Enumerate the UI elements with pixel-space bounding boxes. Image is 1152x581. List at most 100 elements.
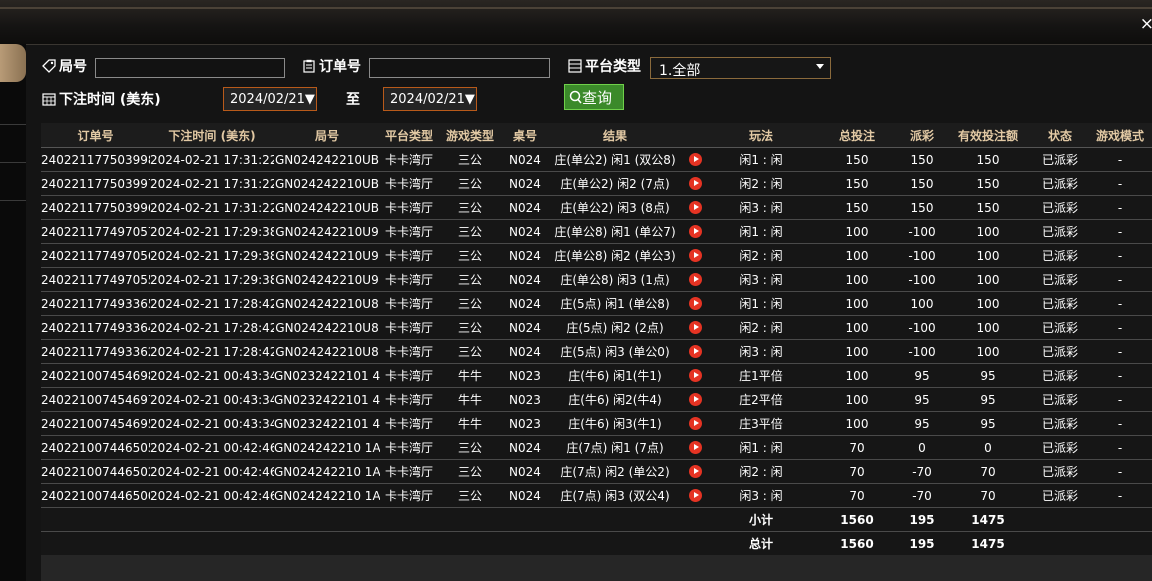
play-icon[interactable]: [688, 344, 702, 358]
play-icon[interactable]: [688, 248, 702, 262]
table-row[interactable]: 240221177503997 2024-02-21 17:31:22 GN0242…: [41, 171, 1152, 196]
query-button[interactable]: 查询: [564, 84, 624, 110]
calendar-icon: [42, 93, 56, 106]
platform-label: 平台类型: [568, 56, 641, 76]
table-row[interactable]: 240221007446502 2024-02-21 00:42:46 GN0242…: [41, 459, 1152, 484]
table-row[interactable]: 240221177497055 2024-02-21 17:29:38 GN0242…: [41, 267, 1152, 292]
play-icon[interactable]: [688, 392, 702, 406]
play-icon[interactable]: [688, 296, 702, 310]
result-cell: 庄(7点) 闲1 (7点): [548, 435, 682, 460]
close-icon[interactable]: ×: [1140, 16, 1152, 33]
col-header-totalbet[interactable]: 总投注: [814, 123, 900, 148]
round-label-text: 局号: [59, 59, 87, 75]
replay-cell[interactable]: [682, 171, 708, 196]
col-header-table[interactable]: 桌号: [502, 123, 548, 148]
col-header-bettime[interactable]: 下注时间 (美东): [150, 123, 274, 148]
col-header-gametype[interactable]: 游戏类型: [438, 123, 502, 148]
game-mode-cell: -: [1088, 195, 1152, 220]
replay-cell[interactable]: [682, 339, 708, 364]
replay-cell[interactable]: [682, 483, 708, 508]
table-row[interactable]: 240221177493364 2024-02-21 17:28:42 GN0242…: [41, 315, 1152, 340]
play-icon[interactable]: [688, 272, 702, 286]
round-input[interactable]: [95, 58, 285, 78]
col-header-playtype[interactable]: 玩法: [708, 123, 814, 148]
game-type-cell: 三公: [438, 219, 502, 244]
game-type-cell: 牛牛: [438, 363, 502, 388]
valid-bet-cell: 100: [944, 291, 1032, 316]
play-icon[interactable]: [688, 488, 702, 502]
col-header-status[interactable]: 状态: [1032, 123, 1088, 148]
date-to-picker[interactable]: 2024/02/21▼: [383, 87, 477, 111]
col-header-result[interactable]: 结果: [548, 123, 682, 148]
valid-bet-cell: 150: [944, 171, 1032, 196]
replay-cell[interactable]: [682, 291, 708, 316]
table-row[interactable]: 240221177493362 2024-02-21 17:28:42 GN0242…: [41, 339, 1152, 364]
play-icon[interactable]: [688, 200, 702, 214]
platform-select[interactable]: 1.全部: [650, 57, 831, 79]
play-icon[interactable]: [688, 320, 702, 334]
order-id-cell: 240221177497055: [41, 267, 150, 292]
table-row[interactable]: 240221007454698 2024-02-21 00:43:34 GN0232…: [41, 363, 1152, 388]
date-from-picker[interactable]: 2024/02/21▼: [223, 87, 317, 111]
play-icon[interactable]: [688, 224, 702, 238]
play-icon[interactable]: [688, 368, 702, 382]
valid-bet-cell: 70: [944, 459, 1032, 484]
table-row[interactable]: 240221007454695 2024-02-21 00:43:34 GN0232…: [41, 411, 1152, 436]
play-type-cell: 闲1 : 闲: [708, 219, 814, 244]
replay-cell[interactable]: [682, 363, 708, 388]
col-header-order[interactable]: 订单号: [41, 123, 150, 148]
sidebar-active-tab[interactable]: [0, 44, 26, 82]
table-row[interactable]: 240221177497056 2024-02-21 17:29:38 GN0242…: [41, 243, 1152, 268]
game-type-cell: 三公: [438, 267, 502, 292]
bet-time-cell: 2024-02-21 17:28:42: [150, 339, 274, 364]
table-row[interactable]: 240221007446500 2024-02-21 00:42:46 GN0242…: [41, 483, 1152, 508]
total-bet-cell: 100: [814, 387, 900, 412]
payout-cell: -100: [900, 315, 944, 340]
subtotal-payout: 195: [900, 507, 944, 532]
table-row[interactable]: 240221007446505 2024-02-21 00:42:46 GN0242…: [41, 435, 1152, 460]
col-header-round[interactable]: 局号: [274, 123, 380, 148]
top-bar: ×: [0, 0, 1152, 45]
round-id-cell: GN024242210UB: [274, 171, 380, 196]
chevron-down-icon: [816, 64, 824, 69]
replay-cell[interactable]: [682, 219, 708, 244]
platform-cell: 卡卡湾厅: [380, 411, 438, 436]
play-icon[interactable]: [688, 464, 702, 478]
col-header-payout[interactable]: 派彩: [900, 123, 944, 148]
table-header-row: 订单号 下注时间 (美东) 局号 平台类型 游戏类型 桌号 结果 玩法 总投注 …: [41, 123, 1152, 148]
replay-cell[interactable]: [682, 267, 708, 292]
total-bet-cell: 70: [814, 435, 900, 460]
table-row[interactable]: 240221007454697 2024-02-21 00:43:34 GN0232…: [41, 387, 1152, 412]
table-row[interactable]: 240221177497057 2024-02-21 17:29:38 GN0242…: [41, 219, 1152, 244]
replay-cell[interactable]: [682, 195, 708, 220]
replay-cell[interactable]: [682, 459, 708, 484]
to-label: 至: [346, 92, 360, 108]
bet-time-cell: 2024-02-21 17:28:42: [150, 315, 274, 340]
order-input[interactable]: [369, 58, 550, 78]
table-row[interactable]: 240221177503996 2024-02-21 17:31:22 GN0242…: [41, 195, 1152, 220]
game-mode-cell: -: [1088, 411, 1152, 436]
play-icon[interactable]: [688, 440, 702, 454]
replay-cell[interactable]: [682, 147, 708, 172]
game-type-cell: 三公: [438, 435, 502, 460]
payout-cell: 95: [900, 411, 944, 436]
col-header-validbet[interactable]: 有效投注额: [944, 123, 1032, 148]
replay-cell[interactable]: [682, 315, 708, 340]
table-row[interactable]: 240221177493365 2024-02-21 17:28:42 GN0242…: [41, 291, 1152, 316]
col-header-platform[interactable]: 平台类型: [380, 123, 438, 148]
play-icon[interactable]: [688, 152, 702, 166]
table-no-cell: N024: [502, 219, 548, 244]
total-bet-cell: 70: [814, 459, 900, 484]
replay-cell[interactable]: [682, 411, 708, 436]
round-id-cell: GN024242210U8: [274, 339, 380, 364]
table-row[interactable]: 240221177503998 2024-02-21 17:31:22 GN0242…: [41, 147, 1152, 172]
play-icon[interactable]: [688, 416, 702, 430]
replay-cell[interactable]: [682, 387, 708, 412]
round-id-cell: GN024242210 1A: [274, 483, 380, 508]
replay-cell[interactable]: [682, 243, 708, 268]
col-header-gamemode[interactable]: 游戏模式: [1088, 123, 1152, 148]
game-mode-cell: -: [1088, 435, 1152, 460]
play-icon[interactable]: [688, 176, 702, 190]
replay-cell[interactable]: [682, 435, 708, 460]
status-cell: 已派彩: [1032, 243, 1088, 268]
